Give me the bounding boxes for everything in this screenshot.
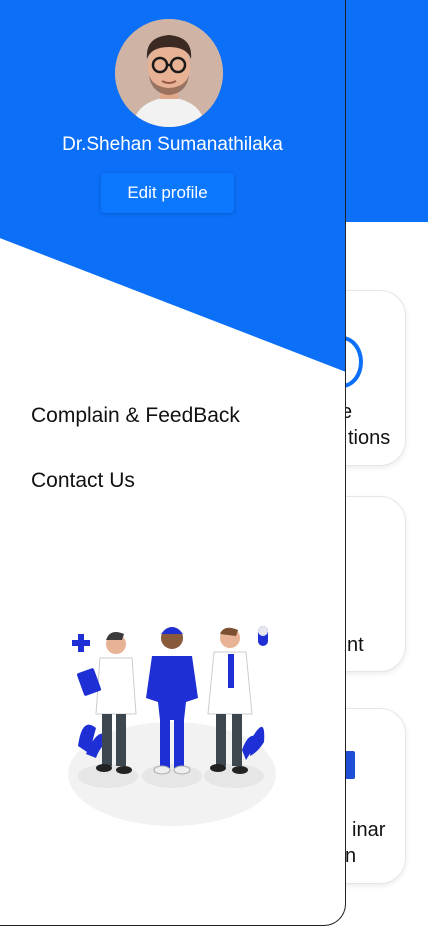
doctors-illustration: [68, 626, 276, 826]
edit-profile-button[interactable]: Edit profile: [101, 173, 234, 213]
profile-name: Dr.Shehan Sumanathilaka: [62, 134, 283, 155]
card-label-line1: inar: [352, 819, 386, 841]
card-label-line2: n: [345, 845, 357, 867]
navigation-drawer: Dr.Shehan Sumanathilaka Edit profile Com…: [0, 0, 346, 926]
menu-item-contact-us[interactable]: Contact Us: [31, 469, 135, 493]
card-label-line1: nt: [347, 634, 364, 656]
menu-item-complain-feedback[interactable]: Complain & FeedBack: [31, 404, 240, 428]
avatar: [115, 19, 223, 127]
card-icon: [345, 751, 355, 779]
card-label-line2: tions: [348, 427, 391, 449]
